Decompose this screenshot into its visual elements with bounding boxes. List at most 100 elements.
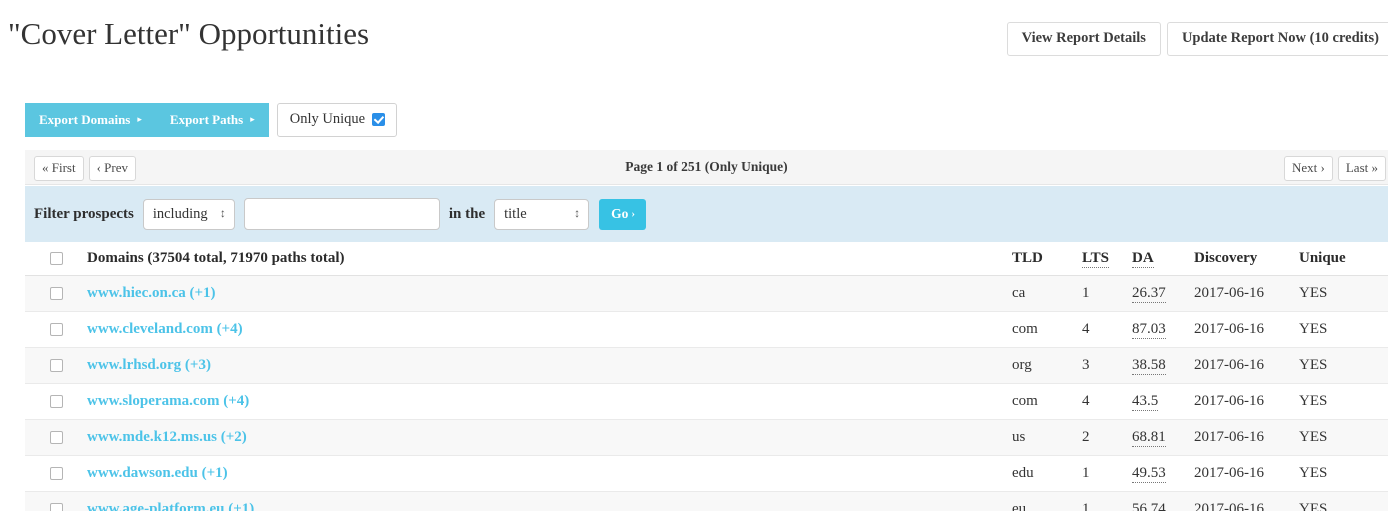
filter-field-select[interactable]: title [494, 198, 590, 230]
domain-cell: www.mde.k12.ms.us (+2) [87, 419, 1012, 455]
da-value[interactable]: 49.53 [1132, 464, 1166, 483]
tld-cell: edu [1012, 464, 1034, 481]
tld-cell: com [1012, 320, 1038, 337]
page-root: "Cover Letter" Opportunities View Report… [0, 0, 1388, 511]
da-cell: 49.53 [1132, 455, 1194, 491]
only-unique-label: Only Unique [289, 111, 366, 127]
filter-mode-select[interactable]: including [142, 198, 235, 230]
lts-cell: 1 [1082, 284, 1090, 301]
pagination-right-group: Next › Last » [1284, 156, 1386, 182]
discovery-cell: 2017-06-16 [1194, 428, 1264, 445]
filter-mode-wrap: including [142, 198, 235, 230]
discovery-header: Discovery [1194, 249, 1258, 266]
row-select-checkbox[interactable] [49, 358, 63, 372]
filter-go-button[interactable]: Go › [599, 198, 647, 230]
row-select-checkbox[interactable] [49, 322, 63, 336]
update-report-now-button[interactable]: Update Report Now (10 credits) [1166, 22, 1388, 56]
discovery-cell: 2017-06-16 [1194, 284, 1264, 301]
pagination-status: Page 1 of 251 (Only Unique) [625, 159, 788, 174]
tld-cell: ca [1012, 284, 1026, 301]
header-actions: View Report Details Update Report Now (1… [1006, 22, 1388, 56]
chevron-right-icon: › [631, 207, 636, 220]
only-unique-toggle[interactable]: Only Unique [276, 103, 398, 137]
tld-cell: org [1012, 356, 1032, 373]
row-select-cell [25, 311, 87, 347]
table-row: www.cleveland.com (+4) com 4 87.03 2017-06-1… [25, 311, 1388, 347]
discovery-cell: 2017-06-16 [1194, 356, 1264, 373]
caret-right-icon: ▸ [137, 114, 142, 124]
row-select-checkbox[interactable] [49, 286, 63, 300]
row-select-checkbox[interactable] [49, 466, 63, 480]
domain-link[interactable]: www.dawson.edu (+1) [87, 465, 228, 481]
table-row: www.lrhsd.org (+3) org 3 38.58 2017-06-16 YES [25, 347, 1388, 383]
filter-query-input[interactable] [243, 198, 440, 230]
select-all-checkbox[interactable] [49, 251, 63, 265]
da-cell: 87.03 [1132, 311, 1194, 347]
domains-header: Domains (37504 total, 71970 paths total) [87, 249, 345, 266]
table-head: Domains (37504 total, 71970 paths total)… [25, 242, 1388, 275]
row-select-checkbox[interactable] [49, 430, 63, 444]
tld-cell: eu [1012, 500, 1027, 511]
unique-header: Unique [1299, 249, 1346, 266]
domain-cell: www.dawson.edu (+1) [87, 455, 1012, 491]
row-select-checkbox[interactable] [49, 502, 63, 511]
discovery-cell: 2017-06-16 [1194, 500, 1264, 511]
domain-cell: www.hiec.on.ca (+1) [87, 275, 1012, 311]
domain-link[interactable]: www.age-platform.eu (+1) [87, 501, 254, 511]
domain-cell: www.age-platform.eu (+1) [87, 491, 1012, 511]
next-page-button[interactable]: Next › [1284, 156, 1333, 182]
prospects-table-container: Domains (37504 total, 71970 paths total)… [25, 242, 1388, 511]
export-paths-button[interactable]: Export Paths ▸ [155, 103, 269, 137]
da-value[interactable]: 87.03 [1132, 320, 1166, 339]
domain-link[interactable]: www.mde.k12.ms.us (+2) [87, 429, 247, 445]
table-body: www.hiec.on.ca (+1) ca 1 26.37 2017-06-16 YES… [25, 275, 1388, 511]
caret-right-icon: ▸ [250, 114, 255, 124]
filter-in-the-label: in the [448, 205, 486, 222]
page-header: "Cover Letter" Opportunities View Report… [0, 0, 1388, 78]
lts-header-label[interactable]: LTS [1082, 249, 1109, 268]
row-select-cell [25, 383, 87, 419]
table-row: www.age-platform.eu (+1) eu 1 56.74 2017-06-… [25, 491, 1388, 511]
da-value[interactable]: 56.74 [1132, 500, 1166, 511]
export-domains-label: Export Domains [39, 111, 131, 127]
lts-header[interactable]: LTS [1082, 242, 1132, 275]
pagination-bar: « First ‹ Prev Page 1 of 251 (Only Uniqu… [25, 150, 1388, 185]
view-report-details-button[interactable]: View Report Details [1006, 22, 1161, 56]
tld-cell: us [1012, 428, 1026, 445]
row-select-cell [25, 419, 87, 455]
filter-bar: Filter prospects including in the title … [25, 186, 1388, 242]
unique-cell: YES [1299, 428, 1328, 445]
row-select-cell [25, 347, 87, 383]
da-cell: 38.58 [1132, 347, 1194, 383]
da-header[interactable]: DA [1132, 242, 1194, 275]
unique-cell: YES [1299, 320, 1328, 337]
domain-link[interactable]: www.cleveland.com (+4) [87, 321, 243, 337]
export-paths-label: Export Paths [169, 111, 244, 127]
da-header-label[interactable]: DA [1132, 249, 1154, 268]
da-cell: 56.74 [1132, 491, 1194, 511]
da-value[interactable]: 43.5 [1132, 392, 1159, 411]
export-toolbar: Export Domains ▸ Export Paths ▸ Only Uni… [25, 103, 398, 137]
domain-cell: www.lrhsd.org (+3) [87, 347, 1012, 383]
domain-cell: www.cleveland.com (+4) [87, 311, 1012, 347]
lts-cell: 4 [1082, 320, 1090, 337]
row-select-cell [25, 455, 87, 491]
table-header-row: Domains (37504 total, 71970 paths total)… [25, 242, 1388, 275]
only-unique-checkbox[interactable] [372, 113, 386, 126]
da-value[interactable]: 26.37 [1132, 284, 1166, 303]
export-domains-button[interactable]: Export Domains ▸ [25, 103, 156, 137]
table-row: www.mde.k12.ms.us (+2) us 2 68.81 2017-06-16… [25, 419, 1388, 455]
filter-prospects-label: Filter prospects [34, 205, 134, 222]
da-cell: 26.37 [1132, 275, 1194, 311]
unique-cell: YES [1299, 356, 1328, 373]
da-value[interactable]: 38.58 [1132, 356, 1166, 375]
row-select-checkbox[interactable] [49, 394, 63, 408]
last-page-button[interactable]: Last » [1337, 156, 1386, 182]
row-select-cell [25, 491, 87, 511]
da-value[interactable]: 68.81 [1132, 428, 1166, 447]
discovery-cell: 2017-06-16 [1194, 392, 1264, 409]
domain-link[interactable]: www.sloperama.com (+4) [87, 393, 249, 409]
domain-link[interactable]: www.hiec.on.ca (+1) [87, 285, 216, 301]
unique-cell: YES [1299, 500, 1328, 511]
domain-link[interactable]: www.lrhsd.org (+3) [87, 357, 211, 373]
